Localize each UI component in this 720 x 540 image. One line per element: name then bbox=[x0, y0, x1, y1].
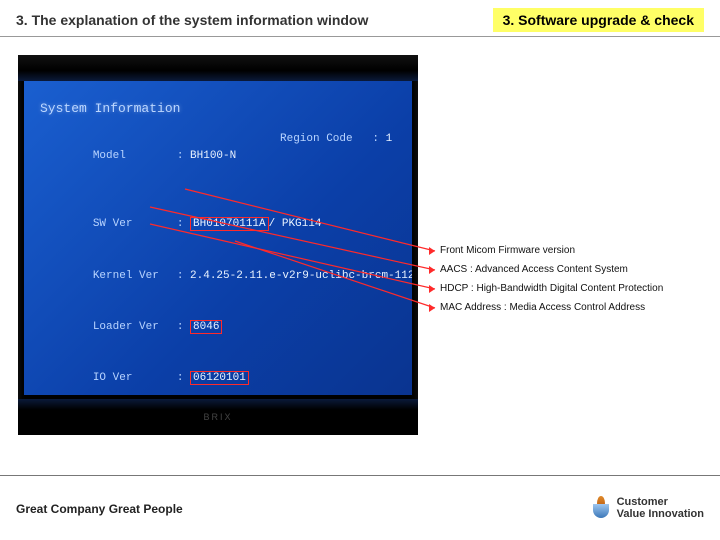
sw-ver-highlight: BH01070111A bbox=[190, 217, 269, 231]
tv-brand: BRIX bbox=[18, 399, 418, 435]
row-sw-ver: SW Ver: BH01070111A/ PKG114 bbox=[40, 199, 396, 250]
chapter-badge: 3. Software upgrade & check bbox=[493, 8, 704, 32]
annotation-micom: Front Micom Firmware version bbox=[440, 245, 575, 256]
footer-logo: Customer Value Innovation bbox=[591, 496, 704, 522]
annotation-mac: MAC Address : Media Access Control Addre… bbox=[440, 302, 645, 313]
row-kernel: Kernel Ver: 2.4.25-2.11.e-v2r9-uclibc-br… bbox=[40, 250, 396, 301]
system-info-screen: System Information Model: BH100-N Region… bbox=[24, 81, 412, 395]
screen-title: System Information bbox=[40, 99, 396, 119]
annotation-aacs: AACS : Advanced Access Content System bbox=[440, 264, 628, 275]
tv-frame: System Information Model: BH100-N Region… bbox=[18, 55, 418, 435]
footer-divider bbox=[0, 475, 720, 476]
row-io: IO Ver: 06120101 bbox=[40, 353, 396, 395]
row-loader: Loader Ver: 8046 bbox=[40, 302, 396, 353]
footer-slogan: Great Company Great People bbox=[16, 502, 183, 516]
row-model: Model: BH100-N Region Code : 1 bbox=[40, 131, 396, 199]
io-ver-highlight: 06120101 bbox=[190, 371, 249, 385]
logo-icon bbox=[591, 496, 611, 522]
page-title: 3. The explanation of the system informa… bbox=[16, 12, 493, 28]
loader-ver-highlight: 8046 bbox=[190, 320, 222, 334]
annotation-hdcp: HDCP : High-Bandwidth Digital Content Pr… bbox=[440, 283, 663, 294]
